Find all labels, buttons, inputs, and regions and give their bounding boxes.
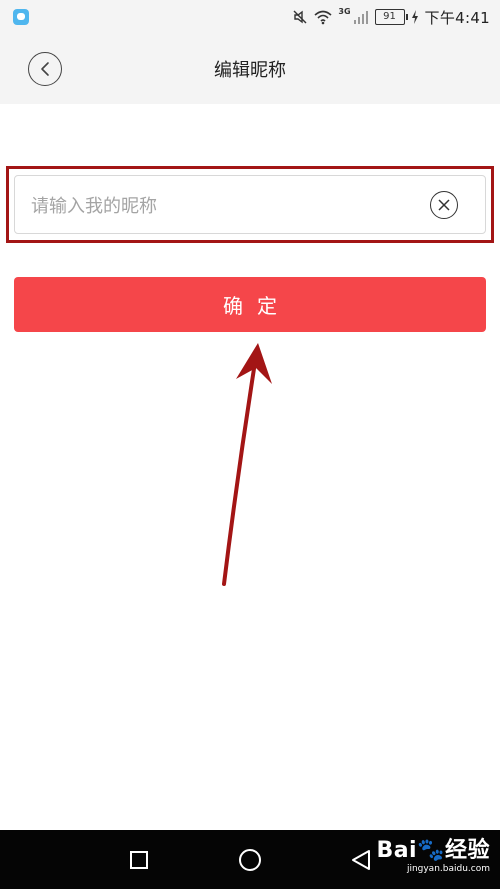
back-icon[interactable]: [350, 849, 372, 871]
status-icons: 3G 91 下午4:41: [292, 6, 490, 28]
mute-icon: [293, 10, 307, 24]
clock: 下午4:41: [424, 8, 490, 27]
navigation-bar: Bai🐾经验 jingyan.baidu.com: [0, 830, 500, 889]
header: 编辑昵称: [0, 34, 500, 104]
watermark-logo: Bai🐾经验: [376, 838, 490, 863]
watermark-url: jingyan.baidu.com: [406, 864, 490, 874]
clear-button[interactable]: [430, 191, 458, 219]
recent-apps-icon[interactable]: [130, 851, 148, 869]
clear-icon: [438, 199, 450, 211]
wifi-icon: [314, 10, 332, 25]
confirm-button[interactable]: 确定: [14, 277, 486, 332]
nickname-field: [14, 175, 486, 234]
battery-icon: 91: [374, 9, 408, 25]
baidu-jingyan-watermark: Bai🐾经验 jingyan.baidu.com: [376, 838, 490, 875]
signal-icon: [353, 11, 368, 24]
status-bar: 3G 91 下午4:41: [0, 0, 500, 34]
page-title: 编辑昵称: [214, 60, 286, 81]
network-type-label: 3G: [338, 6, 351, 16]
app-notification-icon: [13, 9, 29, 25]
annotation-arrow: [222, 343, 272, 586]
charging-icon: [411, 10, 418, 24]
nickname-input[interactable]: [29, 186, 423, 226]
home-icon[interactable]: [239, 849, 261, 871]
